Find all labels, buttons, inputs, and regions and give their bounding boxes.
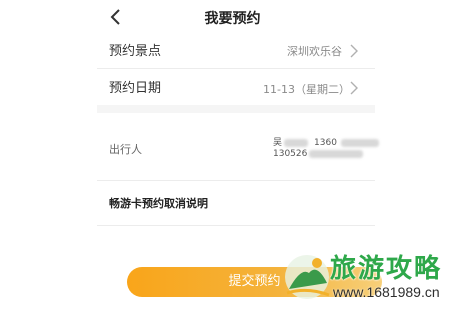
scenic-spot-row[interactable]: 预约景点 深圳欢乐谷 <box>97 34 375 68</box>
chevron-right-icon <box>350 44 358 58</box>
traveler-name: 吴 <box>273 138 283 148</box>
traveler-label: 出行人 <box>109 143 142 156</box>
redacted-blur <box>284 138 309 147</box>
watermark-url-text: www.1681989.cn <box>333 284 440 300</box>
booking-date-value: 11-13（星期二） <box>263 83 350 96</box>
traveler-row[interactable]: 出行人 吴 1360 130526 <box>97 113 379 180</box>
scenic-spot-value: 深圳欢乐谷 <box>287 45 342 58</box>
traveler-phone: 1360 <box>314 138 337 148</box>
traveler-info-line-1: 吴 1360 <box>273 135 379 148</box>
traveler-info-line-2: 130526 <box>273 149 364 159</box>
booking-date-row[interactable]: 预约日期 11-13（星期二） <box>97 69 375 105</box>
booking-date-label: 预约日期 <box>109 81 162 96</box>
policy-title: 畅游卡预约取消说明 <box>109 197 208 210</box>
traveler-id: 130526 <box>273 149 308 159</box>
redacted-blur <box>309 149 364 158</box>
policy-section: 畅游卡预约取消说明 <box>97 181 375 225</box>
redacted-blur <box>340 138 379 147</box>
page-title: 我要预约 <box>204 11 261 27</box>
top-nav-bar: 我要预约 <box>0 0 465 34</box>
divider <box>97 225 375 226</box>
watermark-brand-text: 旅游攻略 <box>330 254 443 284</box>
scenic-spot-label: 预约景点 <box>109 44 162 59</box>
section-gap <box>97 105 375 113</box>
chevron-right-icon <box>350 81 358 95</box>
